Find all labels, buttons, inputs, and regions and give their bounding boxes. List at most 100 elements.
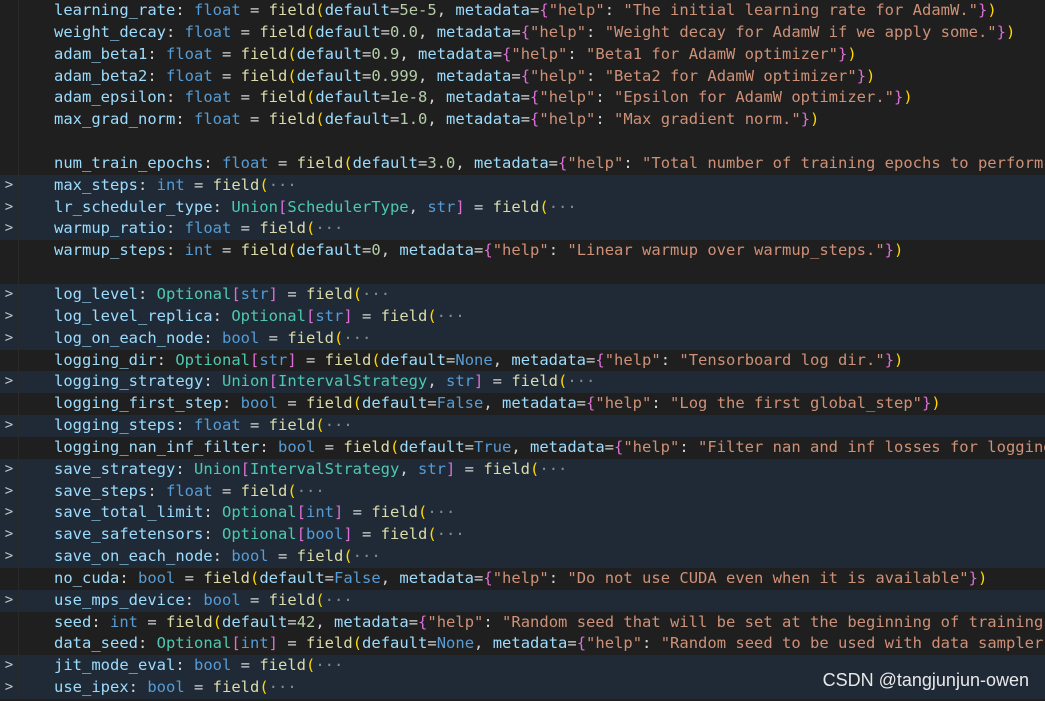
code-line[interactable]: > log_on_each_node: bool = field(···: [0, 327, 1045, 350]
folded-ellipsis[interactable]: ···: [353, 547, 381, 565]
fold-chevron-icon[interactable]: >: [0, 196, 19, 219]
code-text: weight_decay: float = field(default=0.0,…: [54, 22, 1015, 44]
folded-ellipsis[interactable]: ···: [549, 198, 577, 216]
code-token: IntervalStrategy: [278, 372, 428, 391]
code-text: log_on_each_node: bool = field(···: [54, 328, 371, 350]
folded-ellipsis[interactable]: ···: [269, 176, 297, 194]
code-token: :: [221, 394, 241, 413]
fold-chevron-icon[interactable]: >: [0, 524, 19, 547]
code-token: "Epsilon for AdamW optimizer.": [614, 88, 894, 107]
code-line[interactable]: > logging_strategy: Union[IntervalStrateg…: [0, 371, 1045, 394]
code-line[interactable]: max_grad_norm: float = field(default=1.0…: [0, 109, 1045, 132]
fold-chevron-icon[interactable]: >: [0, 371, 19, 394]
code-token: Optional: [156, 634, 232, 653]
code-token: :: [175, 459, 194, 478]
code-token: =: [240, 110, 269, 129]
folded-ellipsis[interactable]: ···: [315, 656, 343, 674]
code-line[interactable]: [0, 131, 1045, 153]
code-line[interactable]: > save_strategy: Union[IntervalStrategy, …: [0, 458, 1045, 481]
code-line[interactable]: logging_first_step: bool = field(default…: [0, 393, 1045, 416]
code-line[interactable]: logging_dir: Optional[str] = field(defau…: [0, 349, 1045, 372]
code-text: warmup_ratio: float = field(···: [54, 218, 343, 240]
folded-ellipsis[interactable]: ···: [437, 307, 465, 325]
code-token: :: [548, 568, 568, 587]
code-token: metadata: [530, 437, 605, 456]
folded-ellipsis[interactable]: ···: [325, 416, 353, 434]
code-line[interactable]: weight_decay: float = field(default=0.0,…: [0, 21, 1045, 44]
code-line[interactable]: learning_rate: float = field(default=5e-…: [0, 0, 1045, 22]
fold-chevron-icon[interactable]: >: [0, 458, 19, 481]
folded-ellipsis[interactable]: ···: [539, 460, 567, 478]
folded-ellipsis[interactable]: ···: [325, 591, 353, 609]
code-line[interactable]: > use_mps_device: bool = field(···: [0, 589, 1045, 612]
code-line[interactable]: adam_epsilon: float = field(default=1e-8…: [0, 87, 1045, 110]
fold-chevron-icon[interactable]: >: [0, 218, 19, 241]
fold-chevron-icon[interactable]: >: [0, 502, 19, 525]
code-token: [: [231, 634, 241, 653]
code-line[interactable]: > max_steps: int = field(···: [0, 174, 1045, 197]
folded-ellipsis[interactable]: ···: [297, 482, 325, 500]
code-text: use_ipex: bool = field(···: [54, 677, 297, 699]
code-token: [: [277, 197, 288, 216]
code-token: metadata: [436, 66, 512, 85]
folded-ellipsis[interactable]: ···: [567, 372, 595, 390]
folded-ellipsis[interactable]: ···: [269, 678, 297, 696]
code-text: save_total_limit: Optional[int] = field(…: [54, 502, 455, 524]
code-token: metadata: [418, 44, 493, 63]
code-token: default: [222, 612, 288, 631]
code-line[interactable]: > log_level_replica: Optional[str] = fiel…: [0, 305, 1045, 328]
code-token: (: [287, 481, 297, 500]
code-editor[interactable]: learning_rate: float = field(default=5e-…: [0, 0, 1045, 701]
fold-chevron-icon[interactable]: >: [0, 480, 19, 503]
code-line[interactable]: num_train_epochs: float = field(default=…: [0, 152, 1045, 175]
folded-ellipsis[interactable]: ···: [315, 219, 343, 237]
code-token: [: [296, 503, 306, 522]
code-token: default: [259, 568, 325, 587]
code-line[interactable]: > save_on_each_node: bool = field(···: [0, 546, 1045, 568]
fold-chevron-icon[interactable]: >: [0, 305, 19, 328]
fold-chevron-icon[interactable]: >: [0, 589, 19, 612]
code-token: metadata: [334, 612, 409, 631]
code-line[interactable]: seed: int = field(default=42, metadata={…: [0, 611, 1045, 634]
code-token: "help": [567, 153, 624, 172]
code-line[interactable]: adam_beta1: float = field(default=0.9, m…: [0, 43, 1045, 66]
code-token: =: [474, 568, 484, 587]
code-token: field: [324, 350, 372, 369]
code-line[interactable]: > logging_steps: float = field(···: [0, 415, 1045, 437]
code-token: False: [334, 568, 381, 587]
code-line[interactable]: > warmup_ratio: float = field(···: [0, 218, 1045, 241]
code-token: =: [492, 44, 503, 63]
fold-chevron-icon[interactable]: >: [0, 415, 19, 437]
code-token: ): [931, 394, 941, 413]
fold-chevron-icon[interactable]: >: [0, 174, 19, 197]
gutter: [0, 0, 19, 22]
code-token: default: [315, 88, 381, 107]
fold-chevron-icon[interactable]: >: [0, 655, 19, 678]
folded-ellipsis[interactable]: ···: [343, 329, 371, 347]
code-token: =: [184, 175, 213, 194]
fold-chevron-icon[interactable]: >: [0, 327, 19, 350]
code-token: {: [418, 612, 428, 631]
folded-ellipsis[interactable]: ···: [362, 285, 390, 303]
fold-chevron-icon[interactable]: >: [0, 677, 19, 699]
code-token: "Random seed that will be set at the beg…: [502, 612, 1045, 631]
code-text: no_cuda: bool = field(default=False, met…: [54, 568, 987, 590]
code-line[interactable]: logging_nan_inf_filter: bool = field(def…: [0, 436, 1045, 459]
code-line[interactable]: data_seed: Optional[int] = field(default…: [0, 633, 1045, 656]
code-line[interactable]: > save_total_limit: Optional[int] = field…: [0, 502, 1045, 525]
code-line[interactable]: > save_safetensors: Optional[bool] = fiel…: [0, 524, 1045, 547]
code-line[interactable]: [0, 262, 1045, 284]
code-line[interactable]: > lr_scheduler_type: Union[SchedulerType,…: [0, 196, 1045, 219]
fold-chevron-icon[interactable]: >: [0, 546, 19, 568]
fold-chevron-icon[interactable]: >: [0, 283, 19, 306]
code-line[interactable]: adam_beta2: float = field(default=0.999,…: [0, 65, 1045, 88]
code-line[interactable]: > log_level: Optional[str] = field(···: [0, 283, 1045, 306]
code-line[interactable]: > save_steps: float = field(···: [0, 480, 1045, 503]
code-token: metadata: [399, 241, 475, 260]
folded-ellipsis[interactable]: ···: [437, 525, 465, 543]
code-token: metadata: [436, 22, 512, 41]
folded-ellipsis[interactable]: ···: [427, 503, 455, 521]
code-line[interactable]: warmup_steps: int = field(default=0, met…: [0, 240, 1045, 263]
code-token: 1.0: [399, 110, 428, 129]
code-line[interactable]: no_cuda: bool = field(default=False, met…: [0, 567, 1045, 590]
